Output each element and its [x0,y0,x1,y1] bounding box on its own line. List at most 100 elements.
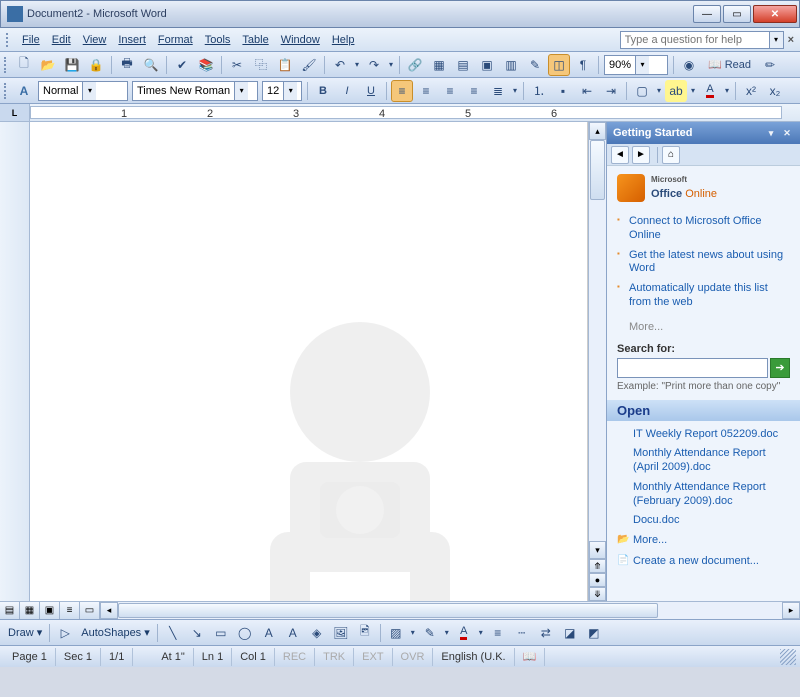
status-ovr[interactable]: OVR [393,648,434,666]
wordart-icon[interactable]: A [282,622,304,644]
recent-file[interactable]: Docu.doc [617,511,790,531]
select-objects-icon[interactable]: ▷ [54,622,76,644]
status-ext[interactable]: EXT [354,648,392,666]
draw-font-color-dropdown[interactable]: ▾ [476,628,486,637]
menu-table[interactable]: Table [236,31,274,49]
diagram-icon[interactable]: ◈ [306,622,328,644]
recent-file[interactable]: Monthly Attendance Report (April 2009).d… [617,444,790,478]
scroll-up-button[interactable]: ▴ [589,122,606,140]
align-justify-icon[interactable]: ≡ [463,80,485,102]
rectangle-icon[interactable]: ▭ [210,622,232,644]
numbering-icon[interactable]: ⒈ [528,80,550,102]
print-preview-icon[interactable]: 🔍 [140,54,162,76]
oval-icon[interactable]: ◯ [234,622,256,644]
task-pane-close-icon[interactable]: ✕ [780,126,794,140]
3d-icon[interactable]: ◩ [583,622,605,644]
help-search-close-icon[interactable]: × [788,34,794,46]
save-icon[interactable]: 💾 [61,54,83,76]
permission-icon[interactable]: 🔒 [85,54,107,76]
line-color-icon[interactable]: ✎ [419,622,441,644]
menu-edit[interactable]: Edit [46,31,77,49]
menu-window[interactable]: Window [275,31,326,49]
link-connect-office-online[interactable]: Connect to Microsoft Office Online [617,212,790,246]
vertical-scrollbar[interactable]: ▴ ▾ ⤊ ● ⤋ [588,122,606,601]
line-style-icon[interactable]: ≡ [487,622,509,644]
highlight-icon[interactable]: ab [665,80,687,102]
task-pane-home-icon[interactable]: ⌂ [662,146,680,164]
select-browse-object-button[interactable]: ● [589,573,606,587]
subscript-icon[interactable]: x₂ [764,80,786,102]
toolbar-handle[interactable] [4,83,8,99]
copy-icon[interactable]: ⿻ [250,54,272,76]
menu-format[interactable]: Format [152,31,199,49]
status-spellcheck-icon[interactable]: 📖 [515,648,546,666]
picture-icon[interactable]: 🖻 [354,622,376,644]
reading-layout-view-icon[interactable]: ▭ [80,602,100,619]
superscript-icon[interactable]: x² [740,80,762,102]
undo-icon[interactable]: ↶ [329,54,351,76]
drawing-icon[interactable]: ✎ [524,54,546,76]
fill-color-dropdown[interactable]: ▾ [408,628,418,637]
next-page-button[interactable]: ⤋ [589,587,606,601]
paste-icon[interactable]: 📋 [274,54,296,76]
status-language[interactable]: English (U.K. [433,648,514,666]
task-pane-dropdown-icon[interactable]: ▾ [764,126,778,140]
document-canvas[interactable] [30,122,588,601]
autoshapes-menu[interactable]: AutoShapes ▾ [77,626,154,639]
columns-icon[interactable]: ▥ [500,54,522,76]
scroll-down-button[interactable]: ▾ [589,541,606,559]
previous-page-button[interactable]: ⤊ [589,559,606,573]
font-color-icon[interactable]: A [699,80,721,102]
office-online-more[interactable]: More... [617,321,790,333]
resize-grip-icon[interactable] [780,649,796,665]
line-spacing-icon[interactable]: ≣ [487,80,509,102]
highlight-dropdown[interactable]: ▾ [688,86,698,95]
decrease-indent-icon[interactable]: ⇤ [576,80,598,102]
excel-icon[interactable]: ▣ [476,54,498,76]
ruler-corner[interactable]: L [0,104,30,121]
font-combo[interactable]: Times New Roman▾ [132,81,258,101]
link-latest-news[interactable]: Get the latest news about using Word [617,246,790,280]
new-document-icon[interactable]: 🗋 [13,54,35,76]
ink-icon[interactable]: ✏ [759,54,781,76]
menu-tools[interactable]: Tools [199,31,237,49]
maximize-button[interactable]: ▭ [723,5,751,23]
outline-view-icon[interactable]: ≡ [60,602,80,619]
align-left-icon[interactable]: ≡ [391,80,413,102]
arrow-icon[interactable]: ↘ [186,622,208,644]
undo-dropdown[interactable]: ▾ [352,60,362,69]
italic-button[interactable]: I [336,80,358,102]
line-icon[interactable]: ╲ [162,622,184,644]
underline-button[interactable]: U [360,80,382,102]
open-more[interactable]: More... [617,531,790,549]
menu-help[interactable]: Help [326,31,361,49]
scroll-left-button[interactable]: ◂ [100,602,118,619]
line-spacing-dropdown[interactable]: ▾ [510,86,520,95]
menubar-handle[interactable] [6,33,10,47]
help-search-input[interactable] [620,31,770,49]
scroll-thumb[interactable] [590,140,605,200]
help-icon[interactable]: ◉ [678,54,700,76]
search-go-button[interactable]: ➔ [770,358,790,378]
bullets-icon[interactable]: ▪ [552,80,574,102]
print-layout-view-icon[interactable]: ▣ [40,602,60,619]
link-auto-update[interactable]: Automatically update this list from the … [617,279,790,313]
scroll-right-button[interactable]: ▸ [782,602,800,619]
shadow-icon[interactable]: ◪ [559,622,581,644]
task-pane-back-icon[interactable]: ◄ [611,146,629,164]
hscroll-thumb[interactable] [118,603,658,618]
read-button[interactable]: 📖 Read [701,54,758,76]
normal-view-icon[interactable]: ▤ [0,602,20,619]
status-trk[interactable]: TRK [315,648,354,666]
menu-file[interactable]: File [16,31,46,49]
close-button[interactable]: ✕ [753,5,797,23]
insert-table-icon[interactable]: ▤ [452,54,474,76]
align-right-icon[interactable]: ≡ [439,80,461,102]
fill-color-icon[interactable]: ▨ [385,622,407,644]
menu-view[interactable]: View [77,31,113,49]
clipart-icon[interactable]: 🖼 [330,622,352,644]
horizontal-ruler[interactable]: 123 456 [30,106,782,119]
research-icon[interactable]: 📚 [195,54,217,76]
recent-file[interactable]: Monthly Attendance Report (February 2009… [617,478,790,512]
dash-style-icon[interactable]: ┄ [511,622,533,644]
